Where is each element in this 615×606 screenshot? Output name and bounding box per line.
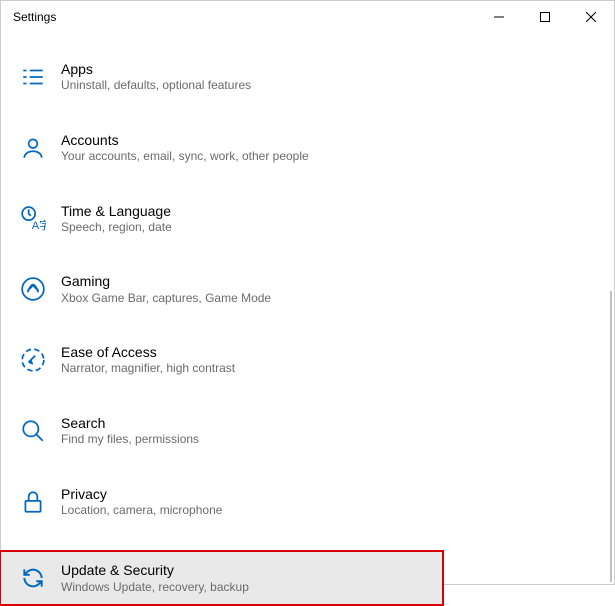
settings-list: Apps Uninstall, defaults, optional featu… xyxy=(1,33,614,606)
item-title: Search xyxy=(61,414,199,432)
item-desc: Find my files, permissions xyxy=(61,432,199,448)
item-title: Gaming xyxy=(61,272,271,290)
time-language-icon: A字 xyxy=(19,204,47,232)
search-icon xyxy=(19,417,47,445)
item-desc: Windows Update, recovery, backup xyxy=(61,580,249,596)
item-desc: Xbox Game Bar, captures, Game Mode xyxy=(61,291,271,307)
settings-item-ease-of-access[interactable]: Ease of Access Narrator, magnifier, high… xyxy=(1,334,614,386)
settings-item-time-language[interactable]: A字 Time & Language Speech, region, date xyxy=(1,193,614,245)
item-title: Privacy xyxy=(61,485,222,503)
item-desc: Narrator, magnifier, high contrast xyxy=(61,361,235,377)
settings-item-accounts[interactable]: Accounts Your accounts, email, sync, wor… xyxy=(1,122,614,174)
maximize-button[interactable] xyxy=(522,1,568,33)
settings-item-apps[interactable]: Apps Uninstall, defaults, optional featu… xyxy=(1,51,614,103)
settings-item-gaming[interactable]: Gaming Xbox Game Bar, captures, Game Mod… xyxy=(1,263,614,315)
close-button[interactable] xyxy=(568,1,614,33)
item-title: Ease of Access xyxy=(61,343,235,361)
item-desc: Your accounts, email, sync, work, other … xyxy=(61,149,309,165)
apps-icon xyxy=(19,63,47,91)
settings-item-update-security[interactable]: Update & Security Windows Update, recove… xyxy=(0,550,444,606)
update-security-icon xyxy=(19,564,47,592)
item-title: Apps xyxy=(61,60,251,78)
settings-item-privacy[interactable]: Privacy Location, camera, microphone xyxy=(1,476,614,528)
titlebar: Settings xyxy=(1,1,614,33)
scrollbar[interactable] xyxy=(610,291,612,582)
item-desc: Location, camera, microphone xyxy=(61,503,222,519)
gaming-icon xyxy=(19,275,47,303)
settings-item-search[interactable]: Search Find my files, permissions xyxy=(1,405,614,457)
svg-text:A字: A字 xyxy=(32,218,46,231)
privacy-icon xyxy=(19,488,47,516)
accounts-icon xyxy=(19,134,47,162)
minimize-button[interactable] xyxy=(476,1,522,33)
ease-of-access-icon xyxy=(19,346,47,374)
item-title: Update & Security xyxy=(61,561,249,579)
item-title: Accounts xyxy=(61,131,309,149)
item-desc: Speech, region, date xyxy=(61,220,172,236)
item-desc: Uninstall, defaults, optional features xyxy=(61,78,251,94)
window-title: Settings xyxy=(13,10,56,24)
item-title: Time & Language xyxy=(61,202,172,220)
window-controls xyxy=(476,1,614,33)
